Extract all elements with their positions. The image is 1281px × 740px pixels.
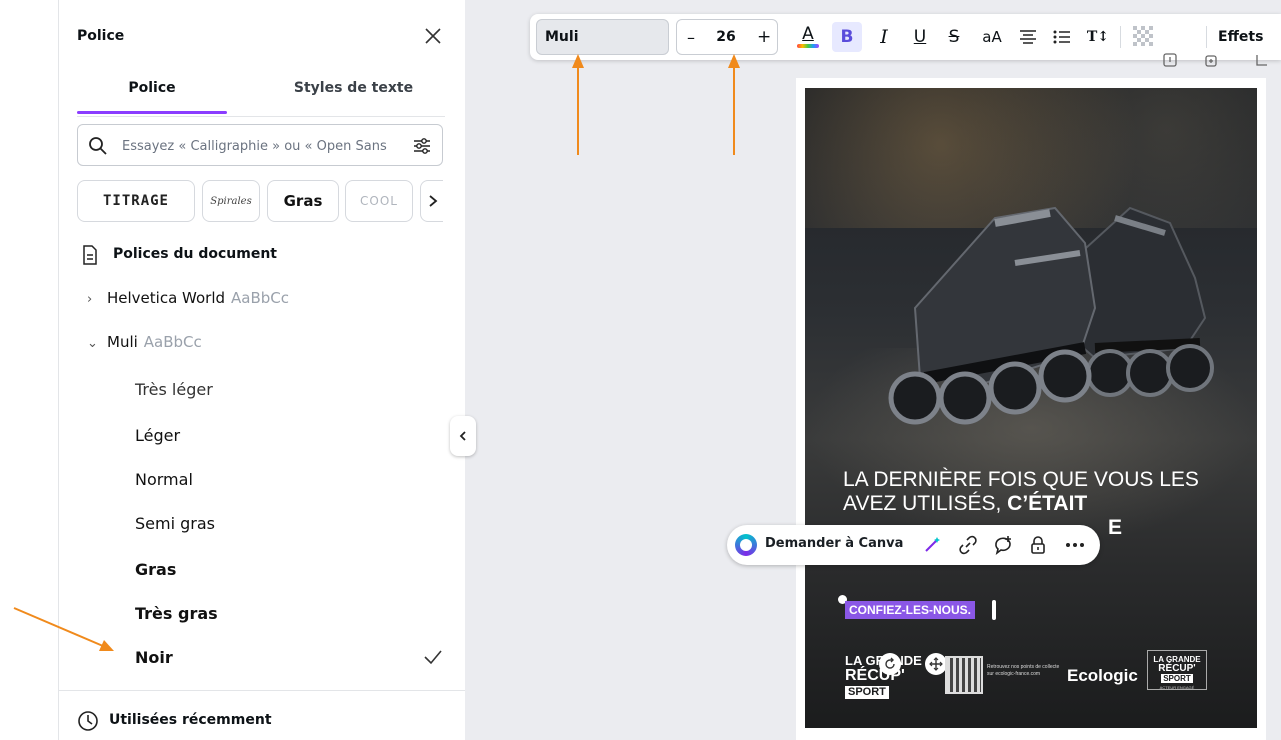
chevron-right-icon: › [87, 292, 93, 307]
duplicate-page-icon[interactable] [1204, 52, 1220, 68]
decrease-size-button[interactable]: – [687, 28, 695, 47]
link-icon[interactable] [956, 534, 980, 556]
font-search-input[interactable] [120, 133, 394, 159]
poster-design[interactable]: LA DERNIÈRE FOIS QUE VOUS LES AVEZ UTILI… [805, 88, 1257, 728]
weight-noir[interactable]: Noir [135, 648, 173, 667]
text-color-button[interactable]: A [794, 22, 822, 52]
weight-tres-leger[interactable]: Très léger [135, 380, 213, 399]
align-center-icon[interactable] [1014, 22, 1042, 52]
font-name: Muli [107, 333, 138, 351]
letter-case-button[interactable]: aA [975, 22, 1009, 52]
add-page-icon[interactable] [1254, 52, 1270, 68]
search-icon [88, 136, 108, 160]
badge-sport: SPORT [1161, 674, 1193, 683]
chip-spirales[interactable]: Spirales [202, 180, 260, 222]
tab-styles-label: Styles de texte [293, 80, 414, 96]
font-item-muli[interactable]: ⌄ Muli AaBbCc [87, 333, 202, 351]
ecologic-logo: Ecologic [1067, 666, 1138, 685]
underline-button[interactable]: U [906, 22, 934, 52]
transparency-icon[interactable] [1130, 22, 1158, 52]
toolbar-separator [1206, 26, 1207, 48]
font-size-input[interactable]: 26 [711, 29, 741, 45]
weight-semi-gras[interactable]: Semi gras [135, 514, 215, 533]
rotate-icon[interactable] [879, 653, 901, 675]
tab-police[interactable]: Police [77, 80, 227, 114]
chip-titrage[interactable]: TITRAGE [77, 180, 195, 222]
la-grande-recup-badge: LA GRANDE RÉCUP' SPORT ACTEUR ENGAGÉ [1147, 650, 1207, 690]
qr-caption: Retrouvez nos points de collecte sur eco… [987, 664, 1060, 677]
document-icon [81, 245, 99, 269]
chevron-down-icon: ⌄ [87, 336, 98, 351]
canva-logo-icon [735, 534, 757, 556]
more-options-icon[interactable] [1063, 534, 1087, 556]
badge-sub: ACTEUR ENGAGÉ [1159, 685, 1195, 690]
text-spacing-button[interactable]: T↕ [1082, 22, 1114, 52]
headline-line3-end: E [1108, 516, 1123, 539]
tab-styles-de-texte[interactable]: Styles de texte [262, 80, 445, 114]
font-size-stepper: – 26 + [676, 19, 778, 55]
bold-button[interactable]: B [832, 22, 862, 52]
text-cursor-handle[interactable] [992, 600, 996, 620]
toolbar-separator [1120, 26, 1121, 48]
color-swatch-bar [797, 44, 819, 48]
lock-page-icon[interactable] [1162, 52, 1178, 68]
font-style-chips: TITRAGE Spirales Gras COOL [77, 180, 443, 224]
lock-icon[interactable] [1026, 534, 1050, 556]
active-tab-indicator [77, 111, 227, 114]
page-actions [1158, 52, 1281, 72]
font-panel: Police Police Styles de texte TITRAGE Sp… [58, 0, 465, 740]
font-sample: AaBbCc [231, 289, 290, 307]
ask-canva-button[interactable]: Demander à Canva [765, 536, 903, 551]
effects-button[interactable]: Effets [1218, 22, 1280, 52]
tab-police-label: Police [128, 80, 176, 96]
qr-code [945, 656, 983, 694]
cta-text[interactable]: CONFIEZ-LES-NOUS. [845, 601, 975, 619]
font-name: Helvetica World [107, 289, 226, 307]
filter-icon[interactable] [412, 136, 432, 160]
canvas-page[interactable]: LA DERNIÈRE FOIS QUE VOUS LES AVEZ UTILI… [796, 78, 1266, 740]
bulleted-list-icon[interactable] [1048, 22, 1076, 52]
logo-sport: SPORT [845, 686, 889, 699]
chevron-left-icon [459, 431, 466, 441]
chip-gras[interactable]: Gras [267, 180, 339, 222]
chip-cool[interactable]: COOL [345, 180, 413, 222]
divider [59, 690, 465, 691]
italic-button[interactable]: I [870, 22, 898, 52]
text-color-letter: A [802, 24, 814, 44]
font-sample: AaBbCc [143, 333, 202, 351]
weight-tres-gras[interactable]: Très gras [135, 604, 218, 623]
weight-leger[interactable]: Léger [135, 426, 180, 445]
document-fonts-heading: Polices du document [113, 246, 277, 262]
recently-used-heading: Utilisées récemment [109, 712, 272, 728]
font-search[interactable] [77, 124, 443, 166]
checkmark-icon [423, 648, 443, 670]
chips-scroll-right[interactable] [420, 180, 443, 222]
move-icon[interactable] [925, 653, 947, 675]
close-icon[interactable] [421, 24, 445, 48]
magic-write-icon[interactable] [920, 534, 944, 556]
increase-size-button[interactable]: + [757, 27, 771, 47]
comment-icon[interactable] [991, 534, 1015, 556]
left-gutter [0, 0, 58, 740]
inline-skates-image[interactable] [845, 148, 1245, 448]
badge-line2: RÉCUP' [1158, 663, 1196, 674]
canva-assistant-bar: Demander à Canva [727, 525, 1100, 565]
panel-tabs: Police Styles de texte [77, 80, 445, 117]
headline-bold: C’ÉTAIT [1007, 492, 1088, 515]
font-family-dropdown[interactable]: Muli [536, 19, 669, 55]
strikethrough-button[interactable]: S [940, 22, 968, 52]
weight-gras[interactable]: Gras [135, 560, 176, 579]
weight-normal[interactable]: Normal [135, 470, 193, 489]
font-item-helvetica-world[interactable]: › Helvetica World AaBbCc [87, 289, 289, 307]
collapse-panel-button[interactable] [450, 416, 476, 456]
font-family-value: Muli [545, 29, 579, 45]
clock-icon [77, 710, 99, 736]
panel-title: Police [77, 28, 125, 44]
chevron-right-icon [429, 195, 438, 207]
